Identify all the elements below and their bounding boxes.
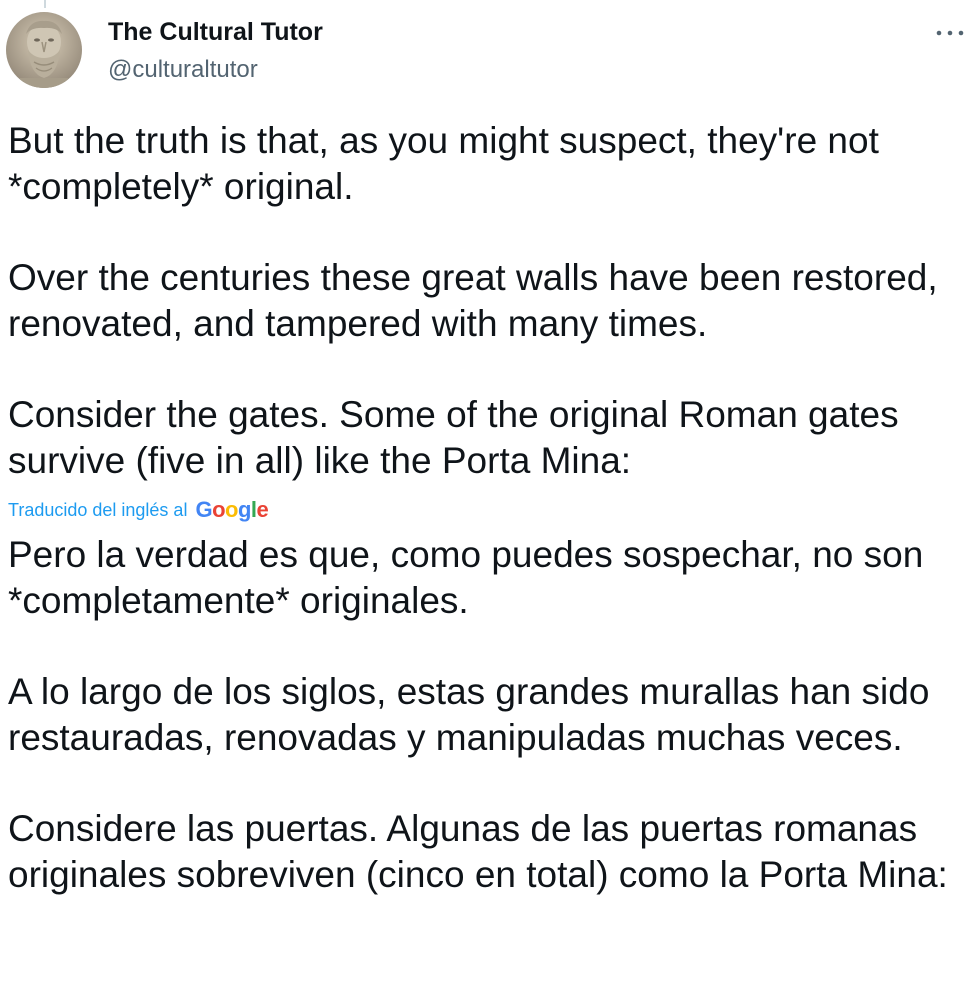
author-display-name[interactable]: The Cultural Tutor	[108, 18, 323, 47]
more-options-button[interactable]	[930, 18, 970, 48]
translation-label[interactable]: Traducido del inglés al	[8, 500, 187, 520]
tweet-body: But the truth is that, as you might susp…	[8, 118, 976, 529]
author-handle[interactable]: @culturaltutor	[108, 56, 258, 84]
tweet-paragraph: Over the centuries these great walls hav…	[8, 257, 938, 344]
avatar[interactable]	[6, 12, 82, 88]
translated-paragraph: Pero la verdad es que, como puedes sospe…	[8, 534, 924, 621]
tweet-header: The Cultural Tutor @culturaltutor	[0, 0, 980, 100]
tweet-paragraph: Consider the gates. Some of the original…	[8, 394, 899, 481]
ellipsis-icon	[936, 30, 964, 36]
google-logo: Google	[195, 497, 269, 522]
translation-block: Traducido del inglés al Google Pero la v…	[8, 490, 976, 943]
classical-bust-avatar-icon	[6, 12, 82, 88]
translated-paragraph: Considere las puertas. Algunas de las pu…	[8, 808, 948, 895]
tweet-paragraph: But the truth is that, as you might susp…	[8, 120, 879, 207]
translation-attribution: Traducido del inglés al Google	[8, 490, 976, 530]
translated-paragraph: A lo largo de los siglos, estas grandes …	[8, 671, 930, 758]
